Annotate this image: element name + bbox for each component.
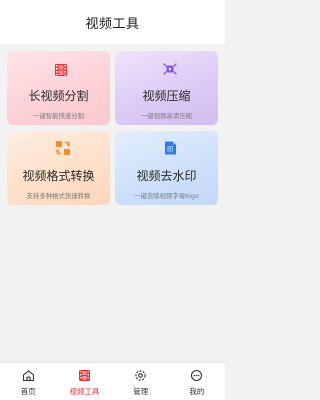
tool-subtitle: 支持多种格式快速转换: [26, 192, 91, 200]
page-title: 视频工具: [85, 16, 140, 32]
tool-subtitle: 一键智能快速分割: [32, 112, 85, 120]
convert-icon: [54, 139, 72, 157]
bottom-tab-bar: 首页 视频工具 管理 我的: [0, 362, 225, 400]
tool-card-compress[interactable]: 视频压缩 一键视频高清压缩: [115, 51, 218, 125]
tool-subtitle: 一键去除视频字母logo: [134, 192, 199, 200]
svg-text:印: 印: [167, 146, 174, 154]
chat-smile-icon: [190, 369, 204, 383]
tab-label: 我的: [189, 386, 205, 396]
stamp-icon: 印: [161, 139, 179, 157]
home-icon: [21, 369, 35, 383]
tab-manage[interactable]: 管理: [113, 363, 169, 400]
settings-icon: [134, 369, 148, 383]
film-icon: [52, 61, 70, 79]
compress-video-icon: [161, 60, 179, 78]
tool-card-split[interactable]: 长视频分割 一键智能快速分割: [7, 51, 110, 125]
top-header: 视频工具: [0, 0, 225, 44]
tool-card-convert[interactable]: 视频格式转换 支持多种格式快速转换: [7, 131, 110, 205]
tool-title: 视频压缩: [142, 89, 191, 103]
tab-home[interactable]: 首页: [0, 363, 56, 400]
tab-label: 管理: [133, 386, 149, 396]
tool-card-watermark[interactable]: 印 视频去水印 一键去除视频字母logo: [115, 131, 218, 205]
tool-title: 长视频分割: [28, 89, 89, 103]
tab-label: 首页: [20, 386, 36, 396]
tool-title: 视频去水印: [136, 169, 197, 183]
tab-profile[interactable]: 我的: [169, 363, 225, 400]
tab-label: 视频工具: [69, 386, 100, 396]
tab-video-tools[interactable]: 视频工具: [56, 363, 112, 400]
tool-title: 视频格式转换: [22, 169, 95, 183]
film-icon: [77, 369, 91, 383]
tool-subtitle: 一键视频高清压缩: [140, 112, 193, 120]
